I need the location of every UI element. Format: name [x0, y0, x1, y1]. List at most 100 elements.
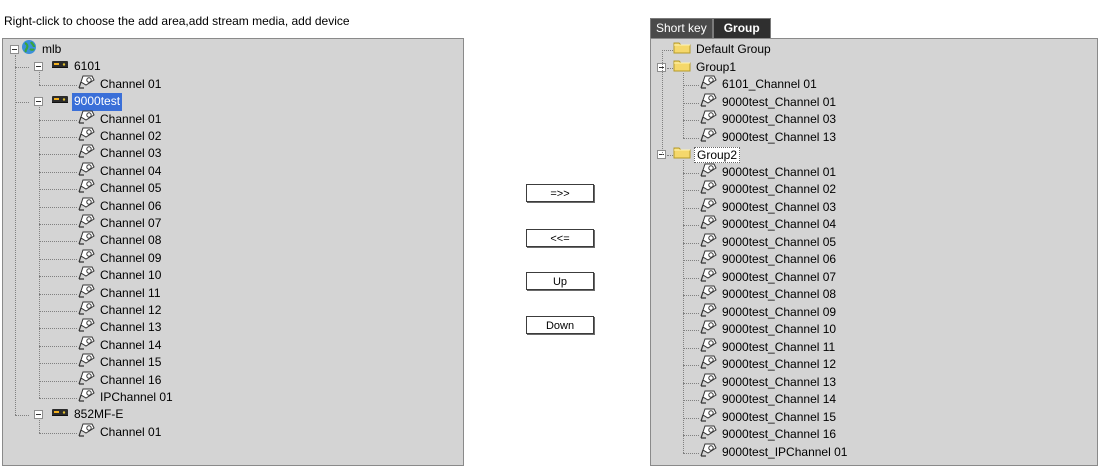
device-tree-panel[interactable]: mlb 6101 Channel 01 9000test Channel 01 Chann…: [2, 38, 464, 466]
tree-node-label: Group2: [694, 146, 741, 163]
tree-node-content: 9000test_Channel 04: [699, 215, 838, 234]
tree-node-channel[interactable]: 9000test_Channel 03: [651, 198, 1097, 217]
tree-node-channel[interactable]: Channel 11: [3, 284, 463, 303]
tree-node-group[interactable]: Default Group: [651, 41, 1097, 59]
tree-node-label: Channel 02: [100, 129, 162, 143]
tree-node-channel[interactable]: Channel 10: [3, 266, 463, 285]
tree-node-label: 6101_Channel 01: [722, 77, 817, 91]
tree-node-label: Channel 09: [100, 250, 162, 265]
tree-node-channel[interactable]: 9000test_Channel 04: [651, 215, 1097, 234]
tree-node-content: 9000test_Channel 15: [699, 408, 838, 427]
tree-node-channel[interactable]: Channel 03: [3, 144, 463, 163]
tree-node-channel[interactable]: Channel 07: [3, 214, 463, 233]
tree-node-channel[interactable]: 9000test_Channel 12: [651, 355, 1097, 374]
tree-node-content: IPChannel 01: [77, 387, 175, 409]
tree-connector-vertical: [39, 72, 40, 85]
tree-node-label: Channel 06: [100, 198, 162, 213]
tree-node-channel[interactable]: Channel 05: [3, 179, 463, 198]
camera-icon: [77, 387, 95, 409]
tree-node-group[interactable]: Group2: [651, 146, 1097, 164]
tab-group[interactable]: Group: [712, 18, 771, 38]
tree-node-channel[interactable]: Channel 08: [3, 231, 463, 250]
tree-node-content: 9000test_Channel 05: [699, 233, 838, 252]
tree-node-label: Channel 14: [100, 337, 162, 352]
tree-node-channel[interactable]: 9000test_Channel 05: [651, 233, 1097, 252]
folder-icon: [673, 58, 691, 78]
tree-node-root[interactable]: mlb: [3, 40, 463, 59]
tree-node-label: 9000test_Channel 08: [722, 287, 837, 301]
tree-node-channel[interactable]: Channel 04: [3, 162, 463, 181]
tree-node-channel[interactable]: 9000test_Channel 02: [651, 180, 1097, 199]
tree-node-content: mlb: [21, 40, 63, 59]
tree-node-content: 9000test_Channel 09: [699, 303, 838, 322]
dvr-device-icon: [51, 93, 69, 111]
tree-node-channel[interactable]: Channel 12: [3, 301, 463, 320]
tree-node-content: Channel 01: [77, 423, 163, 442]
tree-node-content: 9000test_IPChannel 01: [699, 443, 849, 462]
tree-node-channel[interactable]: 9000test_Channel 08: [651, 285, 1097, 304]
tree-node-label: Channel 12: [100, 303, 162, 317]
tree-node-label: Channel 08: [100, 233, 162, 248]
tree-node-label: Channel 15: [100, 355, 162, 370]
tree-node-content: 9000test_Channel 16: [699, 425, 838, 444]
tree-node-label: 9000test_Channel 11: [722, 339, 836, 354]
tree-node-channel[interactable]: 6101_Channel 01: [651, 75, 1097, 94]
tree-node-channel[interactable]: Channel 01: [3, 423, 463, 442]
tree-node-channel[interactable]: 9000test_Channel 09: [651, 303, 1097, 322]
tree-node-channel[interactable]: 9000test_Channel 06: [651, 250, 1097, 269]
tab-short-key[interactable]: Short key: [650, 18, 713, 38]
tree-node-channel[interactable]: 9000test_Channel 11: [651, 338, 1097, 357]
tree-node-channel[interactable]: Channel 09: [3, 249, 463, 268]
add-to-group-button[interactable]: =>>: [526, 184, 594, 202]
tree-node-channel[interactable]: Channel 06: [3, 197, 463, 216]
camera-icon: [699, 127, 717, 149]
tree-node-content: 9000test_Channel 14: [699, 390, 838, 409]
tree-node-channel[interactable]: 9000test_Channel 13: [651, 127, 1097, 149]
dvr-device-icon: [51, 406, 69, 424]
tree-node-channel[interactable]: 9000test_Channel 10: [651, 320, 1097, 339]
tree-node-device[interactable]: 852MF-E: [3, 406, 463, 424]
tree-connector-vertical: [662, 50, 663, 155]
tree-node-channel[interactable]: Channel 02: [3, 127, 463, 146]
tree-node-label: Channel 01: [100, 111, 162, 126]
tree-node-content: 9000test_Channel 03: [699, 198, 838, 217]
tree-node-label: 9000test_Channel 02: [722, 182, 837, 196]
group-tree-panel[interactable]: Default Group Group1 6101_Channel 01 9000te…: [650, 38, 1098, 466]
tree-node-label: Channel 03: [100, 146, 162, 161]
tree-node-label: 9000test_Channel 09: [722, 304, 837, 319]
tree-node-group[interactable]: Group1: [651, 59, 1097, 77]
tree-node-label: IPChannel 01: [100, 390, 173, 404]
tree-node-channel[interactable]: Channel 13: [3, 318, 463, 337]
tree-node-label: 9000test_Channel 13: [722, 129, 837, 144]
tree-node-channel[interactable]: 9000test_Channel 01: [651, 93, 1097, 112]
tree-node-channel[interactable]: IPChannel 01: [3, 387, 463, 409]
tree-node-channel[interactable]: Channel 15: [3, 353, 463, 372]
tree-node-channel[interactable]: 9000test_IPChannel 01: [651, 443, 1097, 462]
tree-node-channel[interactable]: Channel 01: [3, 110, 463, 129]
tree-node-label: Channel 04: [100, 163, 162, 178]
tree-node-label: Channel 11: [100, 285, 161, 300]
tree-node-channel[interactable]: Channel 16: [3, 371, 463, 390]
tree-node-channel[interactable]: Channel 01: [3, 74, 463, 96]
tree-connector-vertical: [683, 72, 684, 138]
tree-node-label: 9000test_Channel 01: [722, 94, 837, 109]
remove-from-group-button[interactable]: <<=: [526, 229, 594, 247]
tree-node-label: 9000test_Channel 06: [722, 252, 837, 266]
tree-node-channel[interactable]: 9000test_Channel 13: [651, 373, 1097, 392]
tree-node-device[interactable]: 9000test: [3, 93, 463, 111]
camera-icon: [77, 74, 95, 96]
tree-node-label: Channel 01: [100, 76, 162, 91]
tree-node-label: 9000test_Channel 07: [722, 269, 837, 284]
move-down-button[interactable]: Down: [526, 316, 594, 334]
tree-node-channel[interactable]: 9000test_Channel 16: [651, 425, 1097, 444]
move-up-button[interactable]: Up: [526, 272, 594, 290]
tree-node-content: 9000test_Channel 01: [699, 93, 838, 112]
tree-node-channel[interactable]: 9000test_Channel 14: [651, 390, 1097, 409]
tree-node-device[interactable]: 6101: [3, 58, 463, 76]
hint-text: Right-click to choose the add area,add s…: [4, 14, 350, 28]
tree-node-channel[interactable]: 9000test_Channel 15: [651, 408, 1097, 427]
tree-node-channel[interactable]: Channel 14: [3, 336, 463, 355]
tree-node-channel[interactable]: 9000test_Channel 03: [651, 110, 1097, 129]
tree-node-channel[interactable]: 9000test_Channel 07: [651, 268, 1097, 287]
tree-node-channel[interactable]: 9000test_Channel 01: [651, 163, 1097, 182]
